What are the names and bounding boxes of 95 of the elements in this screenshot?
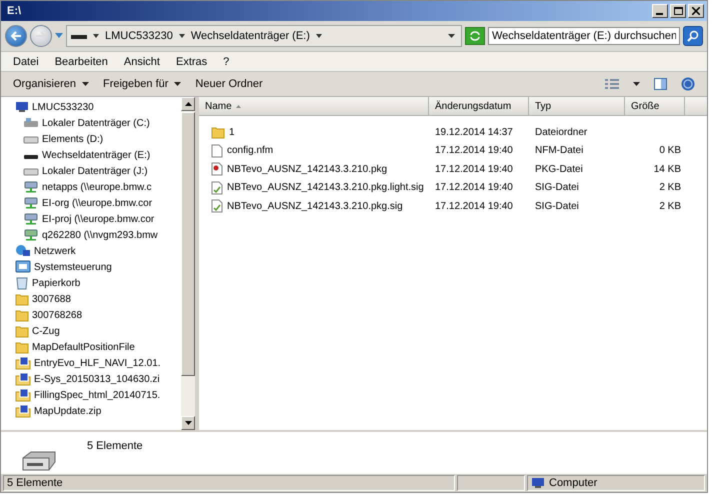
- tree-item[interactable]: 3007688: [1, 291, 181, 307]
- scroll-up-icon: [184, 102, 192, 106]
- tree-item[interactable]: C-Zug: [1, 323, 181, 339]
- drive-icon: [23, 117, 39, 129]
- dropdown-icon[interactable]: [633, 82, 640, 86]
- zip-folder-icon: [15, 372, 31, 386]
- address-bar[interactable]: LMUC533230 Wechseldatenträger (E:): [66, 25, 462, 47]
- network-drive-icon: [23, 197, 39, 209]
- menu-item[interactable]: Ansicht: [124, 56, 160, 68]
- sort-icon: [236, 104, 241, 108]
- column-header[interactable]: Größe: [625, 97, 685, 115]
- close-icon: [692, 7, 700, 15]
- column-header[interactable]: Name: [199, 97, 429, 115]
- network-drive-icon: [23, 229, 39, 241]
- column-header[interactable]: Änderungsdatum: [429, 97, 529, 115]
- breadcrumb[interactable]: LMUC533230: [105, 30, 173, 42]
- network-icon: [15, 244, 31, 258]
- tree-item[interactable]: MapDefaultPositionFile: [1, 339, 181, 355]
- file-icon: [211, 162, 223, 176]
- maximize-icon: [674, 7, 682, 15]
- document-icon: [211, 199, 223, 214]
- preview-pane-icon[interactable]: [654, 78, 667, 90]
- toolbar-button[interactable]: Organisieren: [13, 78, 89, 90]
- file-row[interactable]: NBTevo_AUSNZ_142143.3.210.pkg.light.sig 17.12.2014 19:40 SIG-Datei 2 KB: [199, 178, 707, 197]
- toolbar-button[interactable]: Neuer Ordner: [195, 78, 263, 90]
- file-row[interactable]: NBTevo_AUSNZ_142143.3.210.pkg 17.12.2014 19:40 PKG-Datei 14 KB: [199, 160, 707, 178]
- folder-icon: [15, 308, 29, 322]
- tree-item[interactable]: LMUC533230: [1, 99, 181, 115]
- zip-folder-icon: [15, 404, 31, 418]
- network-drive-icon: [23, 181, 39, 193]
- forward-button[interactable]: [30, 25, 52, 47]
- scroll-down-icon: [184, 421, 192, 425]
- chevron-icon: [316, 34, 322, 38]
- search-icon: [687, 30, 699, 42]
- menu-item[interactable]: Bearbeiten: [54, 56, 108, 68]
- dropdown-icon[interactable]: [448, 34, 455, 38]
- status-location: Computer: [549, 477, 598, 489]
- chevron-icon: [93, 34, 99, 38]
- file-row[interactable]: config.nfm 17.12.2014 19:40 NFM-Datei 0 KB: [199, 142, 707, 160]
- tree-item[interactable]: Wechseldatenträger (E:): [1, 147, 181, 163]
- back-button[interactable]: [5, 25, 27, 47]
- minimize-button[interactable]: [652, 4, 668, 18]
- file-row[interactable]: 1 19.12.2014 14:37 Dateiordner: [199, 123, 707, 142]
- tree-item[interactable]: FillingSpec_html_20140715.: [1, 387, 181, 403]
- tree-item[interactable]: MapUpdate.zip: [1, 403, 181, 419]
- menu-item[interactable]: Datei: [13, 56, 39, 68]
- tree-item[interactable]: EI-org (\\europe.bmw.cor: [1, 195, 181, 211]
- control-panel-icon: [15, 260, 31, 274]
- history-dropdown-icon[interactable]: [55, 33, 63, 39]
- item-count: 5 Elemente: [87, 440, 143, 452]
- back-arrow-icon: [10, 31, 22, 41]
- folder-icon: [15, 340, 29, 354]
- file-icon: [211, 144, 223, 158]
- column-header[interactable]: Typ: [529, 97, 625, 115]
- tree-item[interactable]: E-Sys_20150313_104630.zi: [1, 371, 181, 387]
- search-button[interactable]: [683, 26, 703, 46]
- zip-folder-icon: [15, 388, 31, 402]
- network-drive-icon: [23, 213, 39, 225]
- document-icon: [211, 180, 223, 195]
- computer-icon: [15, 101, 29, 113]
- search-field[interactable]: Wechseldatenträger (E:) durchsuchen: [488, 27, 680, 45]
- tree-item[interactable]: 300768268: [1, 307, 181, 323]
- maximize-button[interactable]: [670, 4, 686, 18]
- zip-folder-icon: [15, 356, 31, 370]
- tree-item[interactable]: Lokaler Datenträger (C:): [1, 115, 181, 131]
- refresh-icon: [469, 31, 481, 41]
- status-text: 5 Elemente: [3, 475, 455, 491]
- folder-icon: [211, 125, 225, 140]
- breadcrumb[interactable]: Wechseldatenträger (E:): [190, 30, 310, 42]
- menu-item[interactable]: ?: [223, 56, 230, 68]
- toolbar-button[interactable]: Freigeben für: [102, 78, 182, 90]
- drive-icon: [71, 32, 87, 40]
- close-button[interactable]: [688, 4, 704, 18]
- file-row[interactable]: NBTevo_AUSNZ_142143.3.210.pkg.sig 17.12.2014 19:40 SIG-Datei 2 KB: [199, 197, 707, 216]
- help-icon[interactable]: [681, 77, 695, 91]
- scrollbar[interactable]: [181, 97, 195, 430]
- folder-icon: [15, 324, 29, 338]
- chevron-icon: [178, 34, 185, 38]
- tree-item[interactable]: Lokaler Datenträger (J:): [1, 163, 181, 179]
- computer-icon: [531, 477, 545, 489]
- forward-arrow-icon: [35, 31, 47, 41]
- tree-item[interactable]: q262280 (\\nvgm293.bmw: [1, 227, 181, 243]
- refresh-button[interactable]: [465, 27, 485, 45]
- tree-item[interactable]: Netzwerk: [1, 243, 181, 259]
- recycle-bin-icon: [15, 276, 29, 290]
- view-list-icon[interactable]: [605, 79, 619, 89]
- window-title: E:\: [7, 5, 22, 17]
- tree-item[interactable]: EI-proj (\\europe.bmw.cor: [1, 211, 181, 227]
- tree-item[interactable]: EntryEvo_HLF_NAVI_12.01.: [1, 355, 181, 371]
- tree-item[interactable]: Papierkorb: [1, 275, 181, 291]
- menu-item[interactable]: Extras: [176, 56, 208, 68]
- folder-icon: [15, 292, 29, 306]
- tree-item[interactable]: Systemsteuerung: [1, 259, 181, 275]
- tree-item[interactable]: Elements (D:): [1, 131, 181, 147]
- tree-item[interactable]: netapps (\\europe.bmw.c: [1, 179, 181, 195]
